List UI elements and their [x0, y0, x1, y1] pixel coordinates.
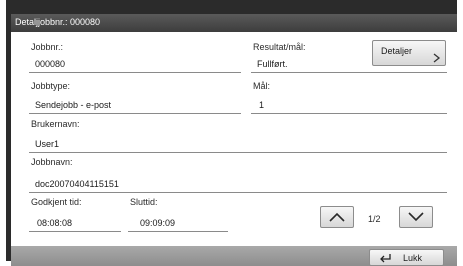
job-type-value: Sendejobb - e-post [35, 100, 112, 110]
job-detail-panel: Jobbnr.: 000080 Resultat/mål: Fullført. … [11, 32, 457, 246]
target-value: 1 [259, 100, 265, 110]
page-indicator: 1/2 [368, 214, 381, 224]
job-number-underline [29, 72, 241, 73]
result-target-value: Fullført. [257, 59, 288, 69]
job-type-label: Jobbtype: [31, 81, 71, 91]
end-time-value: 09:09:09 [140, 218, 176, 228]
details-button-label: Detaljer [381, 46, 413, 56]
job-name-value: doc20070404115151 [35, 179, 119, 189]
result-target-label: Resultat/mål: [253, 42, 306, 52]
end-time-label: Sluttid: [130, 197, 158, 207]
window-title: Detaljjobbnr.: 000080 [15, 17, 101, 27]
target-label: Mål: [253, 81, 271, 91]
page-up-button[interactable] [320, 206, 354, 228]
accepted-time-value: 08:08:08 [37, 218, 73, 228]
username-value: User1 [35, 139, 60, 149]
accepted-time-underline [29, 231, 121, 232]
chevron-right-icon [433, 53, 441, 63]
page-down-button[interactable] [399, 206, 433, 228]
chevron-down-icon [408, 212, 424, 222]
job-name-label: Jobbnavn: [31, 157, 73, 167]
title-bar: Detaljjobbnr.: 000080 [11, 14, 457, 32]
job-name-underline [29, 192, 447, 193]
accepted-time-label: Godkjent tid: [31, 197, 82, 207]
username-label: Brukernavn: [31, 119, 80, 129]
close-button-label: Lukk [403, 253, 423, 263]
top-frame-bar [6, 0, 457, 14]
return-arrow-icon [380, 254, 391, 263]
chevron-up-icon [329, 212, 345, 222]
close-button[interactable]: Lukk [369, 249, 444, 266]
details-button[interactable]: Detaljer [372, 40, 446, 66]
job-type-underline [29, 113, 241, 114]
end-time-underline [128, 231, 228, 232]
target-underline [251, 113, 447, 114]
username-underline [29, 152, 447, 153]
job-number-label: Jobbnr.: [31, 42, 64, 52]
result-target-underline [251, 72, 447, 73]
job-number-value: 000080 [35, 59, 66, 69]
